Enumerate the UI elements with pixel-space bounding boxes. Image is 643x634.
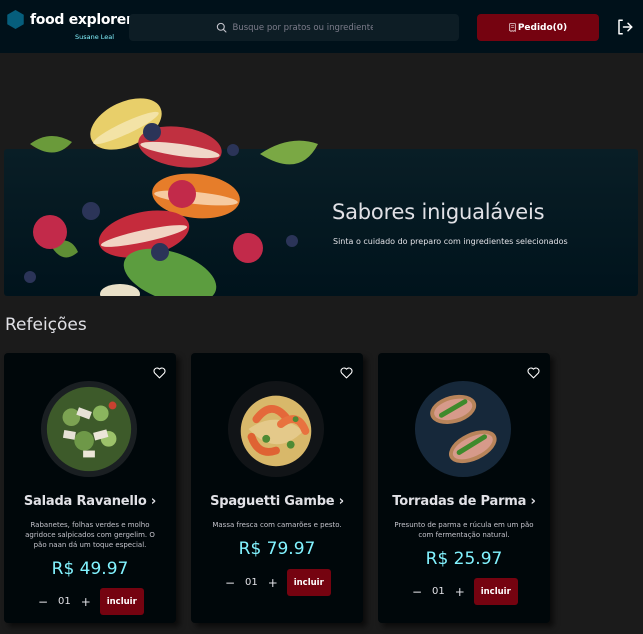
increase-button[interactable]: + [267,576,279,590]
quantity-value: 01 [58,596,71,607]
order-label: Pedido(0) [517,22,568,33]
user-name: Susane Leal [75,33,115,41]
section-title: Refeições [5,315,87,335]
dish-price: R$ 79.97 [238,539,316,559]
heart-icon[interactable] [527,367,540,379]
hexagon-logo-icon [7,10,24,29]
brand-name: food explorer [30,11,133,28]
dish-price: R$ 25.97 [425,549,503,569]
increase-button[interactable]: + [80,595,92,609]
heart-icon[interactable] [153,367,166,379]
decrease-button[interactable]: − [224,576,236,590]
quantity-stepper: − 01 + incluir [411,578,518,605]
include-button[interactable]: incluir [99,588,144,615]
dish-card[interactable]: Torradas de Parma › Presunto de parma e … [378,353,550,623]
banner-subtitle: Sinta o cuidado do preparo com ingredien… [333,237,568,246]
salad-image[interactable] [40,380,138,478]
dish-description: Massa fresca com camarões e pesto. [212,521,342,529]
search-bar[interactable] [129,14,459,41]
dish-description: Presunto de parma e rúcula em um pão com… [394,521,534,539]
include-button[interactable]: incluir [473,578,518,605]
macarons-illustration [24,98,318,296]
quantity-stepper: − 01 + incluir [37,588,144,615]
dish-card[interactable]: Spaguetti Gambe › Massa fresca com camar… [191,353,363,623]
quantity-value: 01 [432,586,445,597]
header: food explorer Susane Leal Pedido(0) [0,0,643,53]
logout-icon[interactable] [616,18,634,36]
include-button[interactable]: incluir [286,569,331,596]
search-icon [216,22,227,33]
dish-price: R$ 49.97 [51,559,129,579]
quantity-value: 01 [245,577,258,588]
banner-title: Sabores inigualáveis [332,200,545,224]
increase-button[interactable]: + [454,585,466,599]
decrease-button[interactable]: − [37,595,49,609]
spaghetti-image[interactable] [227,380,325,478]
dish-card[interactable]: Salada Ravanello › Rabanetes, folhas ver… [4,353,176,623]
order-button[interactable]: Pedido(0) [477,14,599,41]
decrease-button[interactable]: − [411,585,423,599]
quantity-stepper: − 01 + incluir [224,569,331,596]
logo[interactable]: food explorer [7,10,133,29]
receipt-icon [509,23,516,32]
search-input[interactable] [232,22,373,33]
toast-image[interactable] [414,380,512,478]
dish-name[interactable]: Spaguetti Gambe › [191,494,363,509]
heart-icon[interactable] [340,367,353,379]
dish-name[interactable]: Salada Ravanello › [4,494,176,509]
dish-name[interactable]: Torradas de Parma › [378,494,550,509]
dish-description: Rabanetes, folhas verdes e molho agridoc… [25,521,155,549]
